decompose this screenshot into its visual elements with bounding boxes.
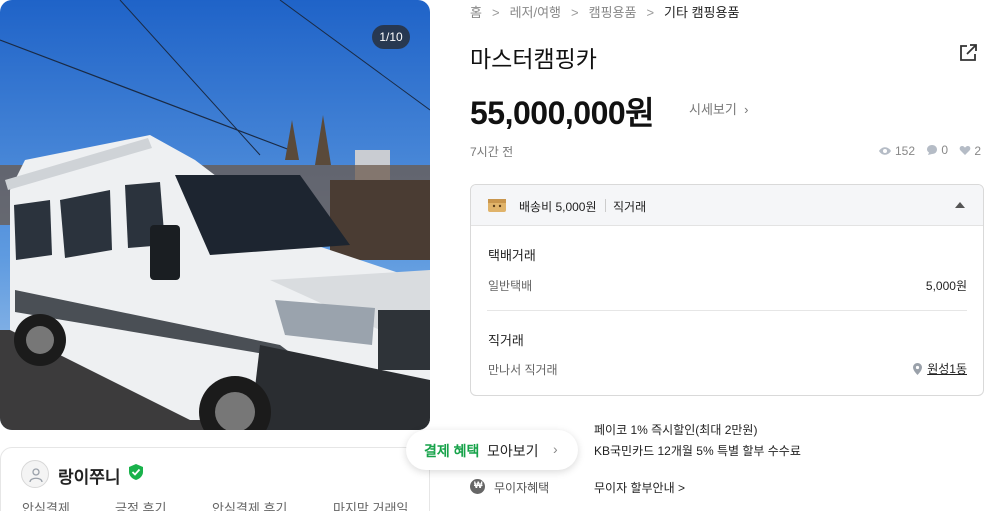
stat-label-safe-payment-review: 안심결제 후기 (212, 501, 288, 511)
won-icon: ₩ (470, 479, 485, 494)
heart-icon (960, 146, 971, 155)
delivery-summary-toggle[interactable]: 배송비 5,000원 직거래 (471, 185, 983, 226)
product-counts: 152 0 2 (878, 143, 981, 159)
package-icon (488, 199, 506, 212)
no-interest-label: 무이자혜택 (494, 481, 550, 495)
breadcrumb-separator: > (646, 5, 655, 20)
trade-location-text: 원성1동 (927, 362, 967, 376)
direct-trade-tag: 직거래 (613, 200, 647, 214)
market-price-link[interactable]: 시세보기 › (689, 99, 748, 118)
posted-time: 7시간 전 (470, 145, 514, 159)
seller-name[interactable]: 랑이쭈니 (58, 463, 121, 488)
breadcrumb-current[interactable]: 기타 캠핑용품 (664, 2, 739, 21)
parcel-fee-value: 5,000원 (925, 279, 967, 293)
trade-location-link[interactable]: 원성1동 (913, 360, 967, 377)
parcel-section-title: 택배거래 (488, 248, 536, 263)
breadcrumb-separator: > (491, 5, 500, 20)
stat-label-last-trade: 마지막 거래일 (333, 501, 409, 511)
breadcrumb-separator: > (571, 5, 579, 20)
location-pin-icon (913, 362, 923, 375)
product-price: 55,000,000원 (470, 95, 655, 131)
like-count-value: 2 (974, 143, 982, 158)
campervan-image (0, 0, 430, 430)
view-count-value: 152 (895, 144, 916, 158)
delivery-options: 배송비 5,000원 직거래 택배거래 일반택배 5,000원 직거래 만나서 … (470, 184, 984, 396)
chat-count-value: 0 (941, 143, 949, 157)
stat-label-positive-review: 긍정 후기 (115, 501, 167, 511)
chat-count: 0 (926, 143, 948, 157)
direct-section-title: 직거래 (488, 333, 524, 348)
product-photo[interactable]: 1/10 (0, 0, 430, 430)
kb-card-promo: KB국민카드 12개월 5% 특별 할부 수수료 (594, 444, 801, 458)
breadcrumb-camping[interactable]: 캠핑용품 (589, 2, 637, 21)
direct-trade-label: 만나서 직거래 (488, 363, 558, 377)
chevron-up-icon (955, 202, 965, 208)
stat-label-safe-payment: 안심결제 (22, 501, 70, 511)
avatar[interactable] (21, 460, 49, 488)
breadcrumb: 홈 > 레저/여행 > 캠핑용품 > 기타 캠핑용품 (470, 2, 739, 21)
seller-card[interactable]: 랑이쭈니 안심결제 긍정 후기 안심결제 후기 마지막 거래일 (0, 447, 430, 511)
divider (487, 310, 967, 311)
chat-icon (927, 145, 938, 155)
chevron-right-icon: › (740, 102, 749, 117)
share-icon[interactable] (957, 42, 979, 64)
market-price-label: 시세보기 (689, 102, 737, 117)
payment-benefits-highlight: 결제 혜택 (424, 443, 480, 459)
breadcrumb-leisure[interactable]: 레저/여행 (510, 2, 561, 21)
no-interest-row: ₩ 무이자혜택 무이자 할부안내 > (470, 477, 750, 497)
shipping-fee: 배송비 5,000원 (519, 200, 597, 214)
like-count: 2 (959, 144, 981, 158)
no-interest-guide-link[interactable]: 무이자 할부안내 > (594, 479, 685, 496)
payment-benefits-label: 모아보기 (487, 443, 539, 459)
breadcrumb-home[interactable]: 홈 (470, 2, 482, 21)
photo-counter: 1/10 (372, 25, 410, 49)
chevron-right-icon: › (553, 441, 558, 457)
product-title: 마스터캠핑카 (470, 46, 597, 72)
payment-benefits-button[interactable]: 결제 혜택 모아보기 › (406, 430, 578, 470)
verified-shield-icon (129, 464, 143, 480)
eye-icon (879, 147, 891, 155)
payco-promo: 페이코 1% 즉시할인(최대 2만원) (594, 423, 758, 437)
user-icon (29, 468, 43, 483)
divider (605, 199, 606, 212)
view-count: 152 (878, 144, 915, 158)
parcel-type-label: 일반택배 (488, 279, 533, 293)
